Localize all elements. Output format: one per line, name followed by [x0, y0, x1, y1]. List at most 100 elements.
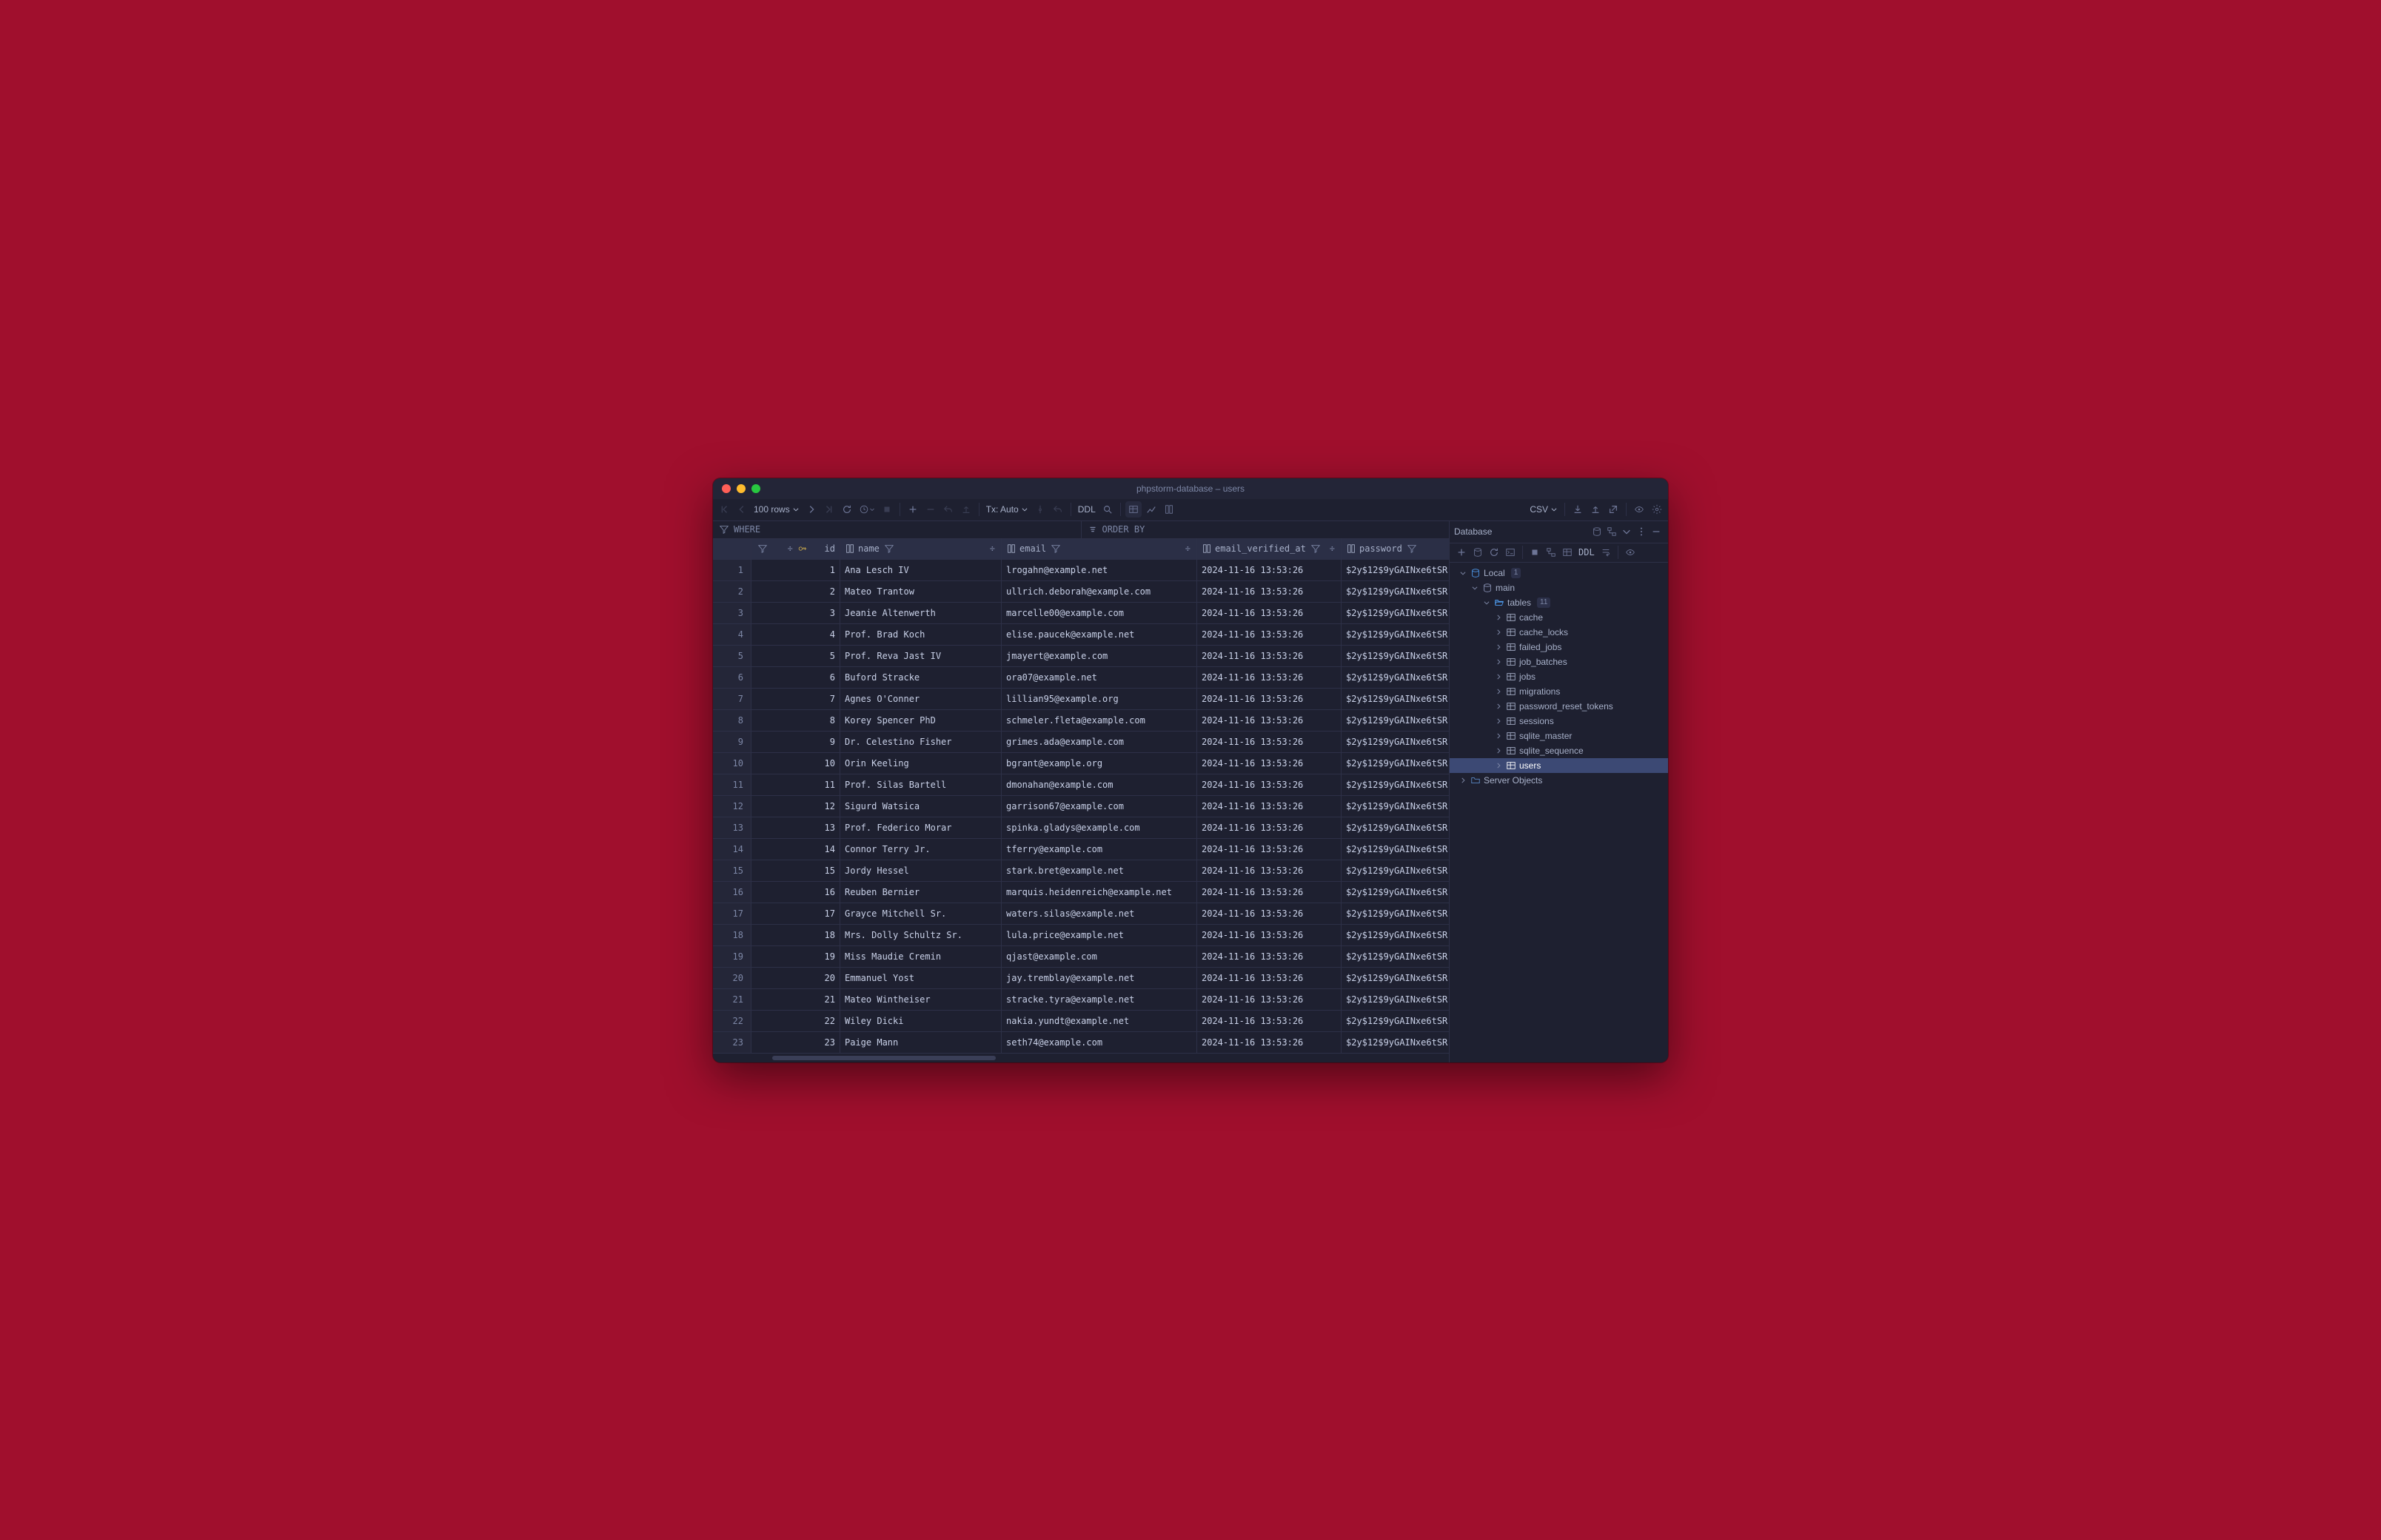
cell-verified[interactable]: 2024-11-16 13:53:26 [1197, 860, 1342, 881]
wrap-button[interactable] [1598, 545, 1613, 560]
row-number[interactable]: 12 [713, 796, 751, 817]
row-number[interactable]: 19 [713, 946, 751, 967]
tree-tables-group[interactable]: tables 11 [1450, 595, 1668, 610]
data-grid[interactable]: id ÷ name ÷ email ÷ [713, 539, 1449, 1054]
cell-name[interactable]: Prof. Silas Bartell [840, 774, 1002, 795]
cell-password[interactable]: $2y$12$9yGAINxe6tSR [1342, 968, 1449, 988]
row-number[interactable]: 11 [713, 774, 751, 795]
show-ddl-button[interactable]: DDL [1576, 545, 1597, 560]
tree-table-jobs[interactable]: jobs [1450, 669, 1668, 684]
cancel-query-button[interactable] [879, 501, 895, 518]
expand-toggle[interactable] [1494, 732, 1503, 740]
row-number[interactable]: 20 [713, 968, 751, 988]
table-row[interactable]: 99Dr. Celestino Fishergrimes.ada@example… [713, 732, 1449, 753]
table-row[interactable]: 1515Jordy Hesselstark.bret@example.net20… [713, 860, 1449, 882]
table-row[interactable]: 1010Orin Keelingbgrant@example.org2024-1… [713, 753, 1449, 774]
tree-db-main[interactable]: main [1450, 580, 1668, 595]
where-clause-input[interactable]: WHERE [713, 521, 1082, 538]
table-row[interactable]: 1212Sigurd Watsicagarrison67@example.com… [713, 796, 1449, 817]
delete-row-button[interactable] [922, 501, 939, 518]
cell-verified[interactable]: 2024-11-16 13:53:26 [1197, 560, 1342, 580]
row-number[interactable]: 16 [713, 882, 751, 903]
cell-id[interactable]: 9 [751, 732, 840, 752]
cell-verified[interactable]: 2024-11-16 13:53:26 [1197, 689, 1342, 709]
cell-id[interactable]: 1 [751, 560, 840, 580]
cell-name[interactable]: Wiley Dicki [840, 1011, 1002, 1031]
cell-password[interactable]: $2y$12$9yGAINxe6tSR [1342, 1011, 1449, 1031]
tree-table-job_batches[interactable]: job_batches [1450, 654, 1668, 669]
tree-table-sqlite_sequence[interactable]: sqlite_sequence [1450, 743, 1668, 758]
table-row[interactable]: 55Prof. Reva Jast IVjmayert@example.com2… [713, 646, 1449, 667]
row-number[interactable]: 18 [713, 925, 751, 945]
cell-email[interactable]: bgrant@example.org [1002, 753, 1197, 774]
table-row[interactable]: 2323Paige Mannseth74@example.com2024-11-… [713, 1032, 1449, 1054]
cell-id[interactable]: 6 [751, 667, 840, 688]
cell-email[interactable]: ullrich.deborah@example.com [1002, 581, 1197, 602]
cell-password[interactable]: $2y$12$9yGAINxe6tSR [1342, 646, 1449, 666]
filter-icon[interactable] [1049, 543, 1062, 554]
cell-password[interactable]: $2y$12$9yGAINxe6tSR [1342, 925, 1449, 945]
panel-hide-button[interactable] [1649, 524, 1664, 539]
cell-id[interactable]: 18 [751, 925, 840, 945]
table-row[interactable]: 1818Mrs. Dolly Schultz Sr.lula.price@exa… [713, 925, 1449, 946]
cell-email[interactable]: seth74@example.com [1002, 1032, 1197, 1053]
open-diagram-button[interactable] [1544, 545, 1558, 560]
cell-password[interactable]: $2y$12$9yGAINxe6tSR [1342, 560, 1449, 580]
cell-name[interactable]: Mateo Trantow [840, 581, 1002, 602]
cell-id[interactable]: 22 [751, 1011, 840, 1031]
cell-id[interactable]: 20 [751, 968, 840, 988]
cell-name[interactable]: Korey Spencer PhD [840, 710, 1002, 731]
cell-name[interactable]: Prof. Federico Morar [840, 817, 1002, 838]
cell-password[interactable]: $2y$12$9yGAINxe6tSR [1342, 732, 1449, 752]
add-row-button[interactable] [905, 501, 921, 518]
table-row[interactable]: 88Korey Spencer PhDschmeler.fleta@exampl… [713, 710, 1449, 732]
expand-toggle[interactable] [1494, 629, 1503, 636]
cell-password[interactable]: $2y$12$9yGAINxe6tSR [1342, 882, 1449, 903]
tree-table-cache[interactable]: cache [1450, 610, 1668, 625]
tree-table-users[interactable]: users [1450, 758, 1668, 773]
table-row[interactable]: 1414Connor Terry Jr.tferry@example.com20… [713, 839, 1449, 860]
column-header-id[interactable]: id ÷ [751, 539, 840, 559]
table-row[interactable]: 1313Prof. Federico Morarspinka.gladys@ex… [713, 817, 1449, 839]
revert-button[interactable] [940, 501, 957, 518]
cell-email[interactable]: marcelle00@example.com [1002, 603, 1197, 623]
tx-rollback-button[interactable] [1050, 501, 1066, 518]
cell-name[interactable]: Ana Lesch IV [840, 560, 1002, 580]
cell-email[interactable]: jmayert@example.com [1002, 646, 1197, 666]
row-number[interactable]: 10 [713, 753, 751, 774]
panel-datasource-button[interactable] [1590, 524, 1604, 539]
row-number[interactable]: 8 [713, 710, 751, 731]
row-number[interactable]: 14 [713, 839, 751, 860]
cell-email[interactable]: waters.silas@example.net [1002, 903, 1197, 924]
cell-email[interactable]: tferry@example.com [1002, 839, 1197, 860]
cell-id[interactable]: 8 [751, 710, 840, 731]
column-header-email[interactable]: email ÷ [1002, 539, 1197, 559]
table-row[interactable]: 11Ana Lesch IVlrogahn@example.net2024-11… [713, 560, 1449, 581]
cell-verified[interactable]: 2024-11-16 13:53:26 [1197, 817, 1342, 838]
open-external-button[interactable] [1605, 501, 1621, 518]
find-button[interactable] [1099, 501, 1116, 518]
horizontal-scrollbar[interactable] [713, 1054, 1449, 1062]
cell-name[interactable]: Emmanuel Yost [840, 968, 1002, 988]
cell-id[interactable]: 12 [751, 796, 840, 817]
expand-toggle[interactable] [1494, 688, 1503, 695]
cell-id[interactable]: 4 [751, 624, 840, 645]
expand-toggle[interactable] [1494, 658, 1503, 666]
reload-button[interactable] [839, 501, 855, 518]
row-number[interactable]: 1 [713, 560, 751, 580]
cell-password[interactable]: $2y$12$9yGAINxe6tSR [1342, 603, 1449, 623]
cell-verified[interactable]: 2024-11-16 13:53:26 [1197, 1011, 1342, 1031]
cell-id[interactable]: 5 [751, 646, 840, 666]
cell-email[interactable]: lrogahn@example.net [1002, 560, 1197, 580]
cell-email[interactable]: lillian95@example.org [1002, 689, 1197, 709]
cell-password[interactable]: $2y$12$9yGAINxe6tSR [1342, 667, 1449, 688]
row-number[interactable]: 15 [713, 860, 751, 881]
cell-name[interactable]: Mrs. Dolly Schultz Sr. [840, 925, 1002, 945]
expand-toggle[interactable] [1494, 747, 1503, 754]
cell-password[interactable]: $2y$12$9yGAINxe6tSR [1342, 774, 1449, 795]
cell-name[interactable]: Jeanie Altenwerth [840, 603, 1002, 623]
tree-table-migrations[interactable]: migrations [1450, 684, 1668, 699]
table-row[interactable]: 44Prof. Brad Kochelise.paucek@example.ne… [713, 624, 1449, 646]
table-row[interactable]: 1616Reuben Berniermarquis.heidenreich@ex… [713, 882, 1449, 903]
row-number[interactable]: 13 [713, 817, 751, 838]
